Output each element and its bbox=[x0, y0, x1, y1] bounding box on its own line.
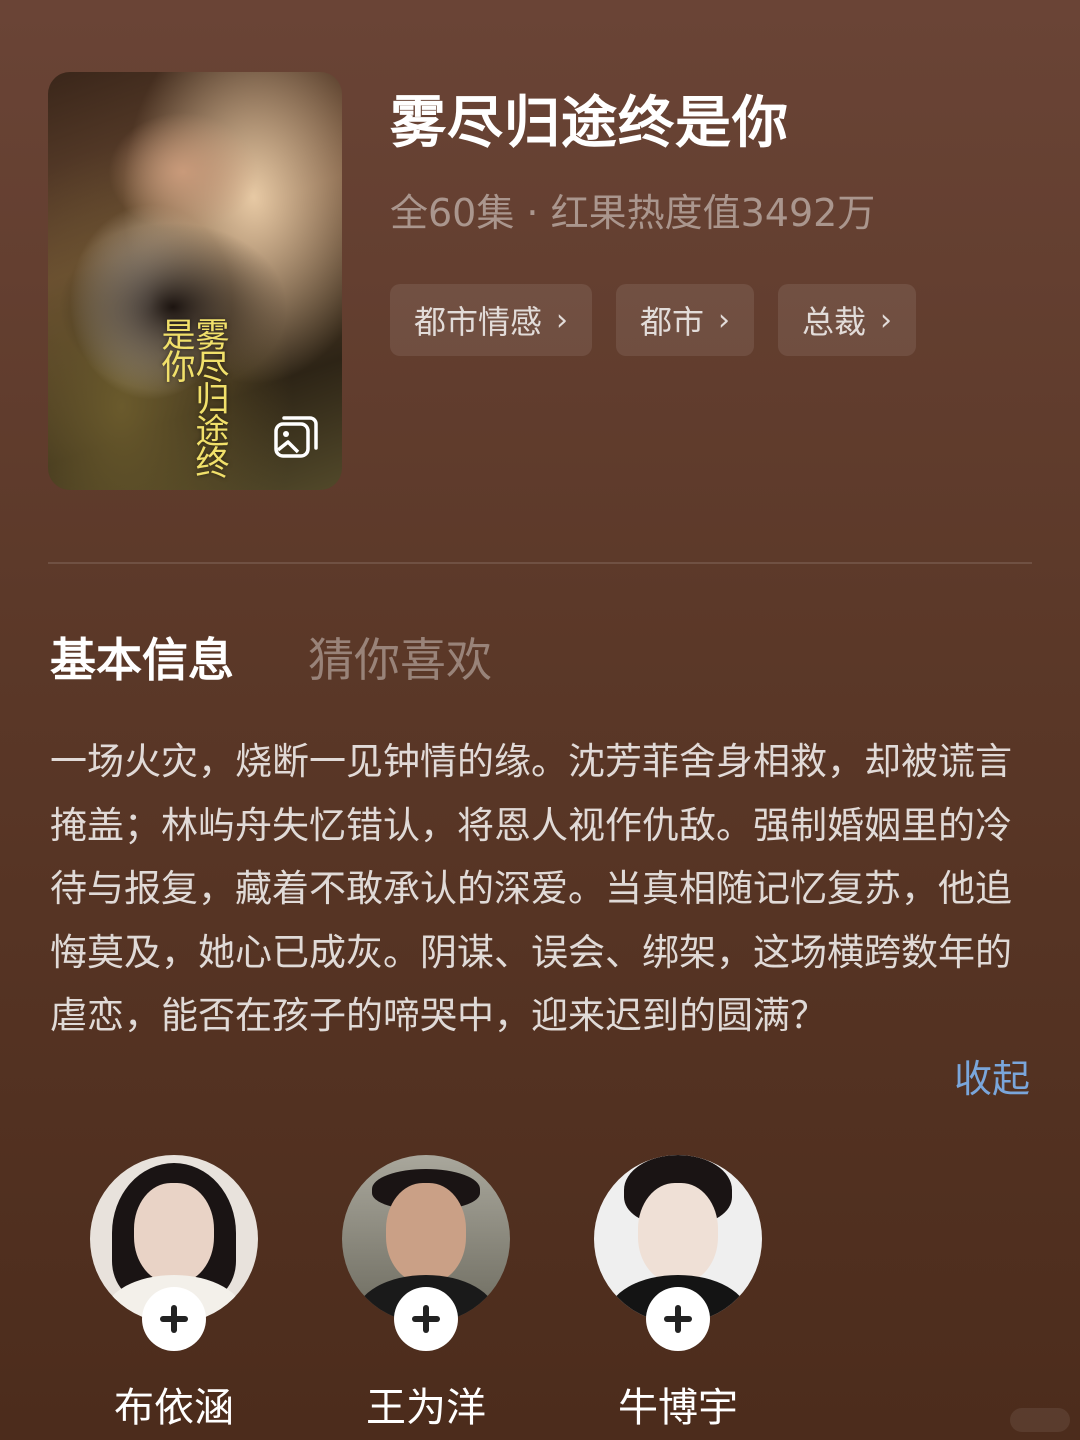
cast-list: 布依涵 王为洋 牛博宇 bbox=[90, 1155, 762, 1433]
cast-member[interactable]: 牛博宇 bbox=[594, 1155, 762, 1433]
section-divider bbox=[48, 562, 1032, 564]
poster-title-calligraphy: 雾尽归途终是你 bbox=[155, 317, 229, 477]
cast-member[interactable]: 布依涵 bbox=[90, 1155, 258, 1433]
follow-button[interactable] bbox=[142, 1287, 206, 1351]
tag-label: 都市情感 bbox=[414, 303, 543, 341]
collapse-link[interactable]: 收起 bbox=[954, 1048, 1030, 1111]
chevron-right-icon: › bbox=[556, 302, 569, 338]
plus-icon bbox=[412, 1305, 440, 1333]
cast-name[interactable]: 布依涵 bbox=[90, 1375, 258, 1433]
avatar-face bbox=[386, 1183, 466, 1283]
avatar-face bbox=[638, 1183, 718, 1283]
tag-ceo[interactable]: 总裁 › bbox=[778, 284, 917, 356]
poster-image[interactable]: 雾尽归途终是你 bbox=[48, 72, 342, 490]
tag-urban-romance[interactable]: 都市情感 › bbox=[390, 284, 593, 356]
tab-bar: 基本信息 猜你喜欢 bbox=[50, 624, 492, 690]
tag-label: 都市 bbox=[640, 303, 705, 341]
tag-label: 总裁 bbox=[802, 303, 867, 341]
watermark bbox=[1010, 1408, 1070, 1432]
chevron-right-icon: › bbox=[718, 302, 731, 338]
plus-icon bbox=[664, 1305, 692, 1333]
gallery-icon[interactable] bbox=[272, 414, 320, 462]
cast-name[interactable]: 王为洋 bbox=[342, 1375, 510, 1433]
follow-button[interactable] bbox=[394, 1287, 458, 1351]
tab-recommendations[interactable]: 猜你喜欢 bbox=[308, 624, 492, 690]
tag-list: 都市情感 › 都市 › 总裁 › bbox=[390, 284, 917, 356]
chevron-right-icon: › bbox=[880, 302, 893, 338]
tag-urban[interactable]: 都市 › bbox=[616, 284, 755, 356]
cast-name[interactable]: 牛博宇 bbox=[594, 1375, 762, 1433]
follow-button[interactable] bbox=[646, 1287, 710, 1351]
cast-member[interactable]: 王为洋 bbox=[342, 1155, 510, 1433]
poster-figure-man bbox=[108, 112, 258, 232]
synopsis-text: 一场火灾，烧断一见钟情的缘。沈芳菲舍身相救，却被谎言掩盖；林屿舟失忆错认，将恩人… bbox=[50, 740, 1012, 1037]
plus-icon bbox=[160, 1305, 188, 1333]
tab-basic-info[interactable]: 基本信息 bbox=[50, 624, 234, 690]
drama-title: 雾尽归途终是你 bbox=[390, 91, 789, 156]
drama-meta: 全60集 · 红果热度值3492万 bbox=[390, 191, 876, 235]
avatar-face bbox=[134, 1183, 214, 1283]
